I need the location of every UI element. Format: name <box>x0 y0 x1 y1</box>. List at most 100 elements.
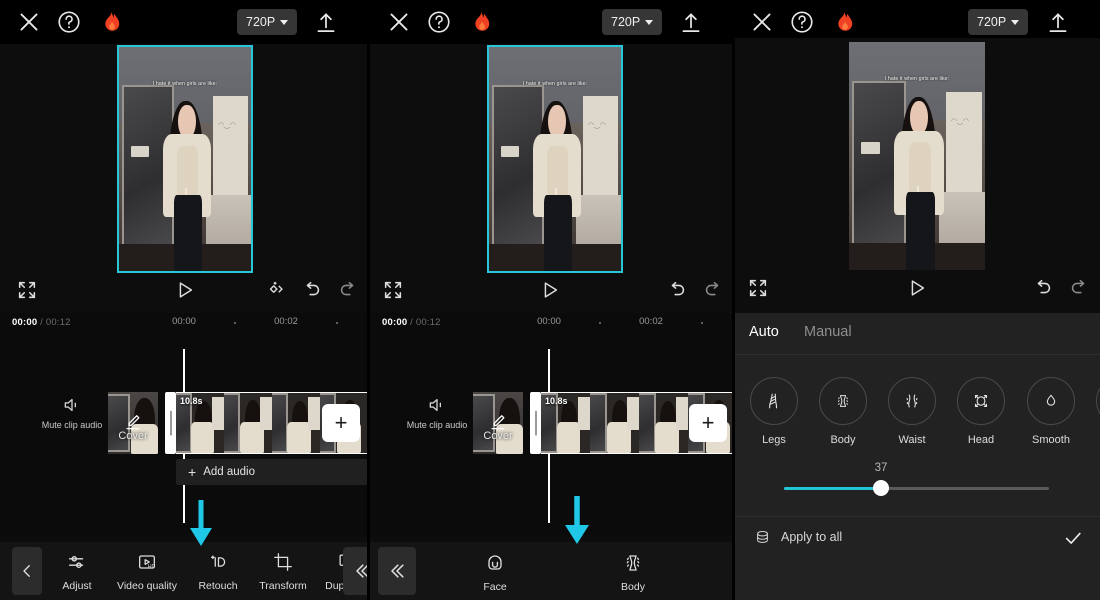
play-icon[interactable] <box>906 277 928 299</box>
cover-thumbnail-button[interactable]: Cover <box>108 392 158 454</box>
undo-icon[interactable] <box>1032 277 1054 299</box>
collapse-toolbar-button[interactable] <box>343 547 367 595</box>
close-icon[interactable] <box>386 9 412 35</box>
play-icon[interactable] <box>174 279 196 301</box>
video-caption: I hate it when girls are like: <box>884 76 950 83</box>
speaker-icon <box>429 398 441 412</box>
toolbar-item-adjust[interactable]: Adjust <box>46 549 108 592</box>
help-circle-icon[interactable] <box>789 9 815 35</box>
resolution-selector[interactable]: 720P <box>602 9 663 35</box>
more-tool-icon <box>1096 377 1100 425</box>
back-button[interactable] <box>12 547 42 595</box>
mute-clip-audio-label: Mute clip audio <box>406 420 468 430</box>
mute-clip-audio-button[interactable]: Mute clip audio <box>401 395 473 430</box>
toolbar-item-video-quality[interactable]: HD Video quality <box>108 549 186 592</box>
tab-manual[interactable]: Manual <box>804 324 852 340</box>
video-clip-track[interactable]: 10.8s + <box>541 392 735 454</box>
clip-duration-badge: 10.8s <box>180 396 203 406</box>
timeline-ruler: 00:00 00:02 <box>370 316 735 332</box>
panel-editor-retouch-menu: 720P ◠‿◠ I hate it when girls are like: <box>370 0 735 600</box>
keyframe-icon[interactable] <box>265 279 287 301</box>
close-icon[interactable] <box>16 9 42 35</box>
sliders-icon <box>66 549 88 575</box>
toolbar-item-transform[interactable]: Transform <box>250 549 316 592</box>
head-icon <box>957 377 1005 425</box>
upload-icon[interactable] <box>1045 10 1071 36</box>
video-frame[interactable]: ◠‿◠ I hate it when girls are like: <box>849 42 985 270</box>
flame-icon[interactable] <box>468 9 494 35</box>
video-caption: I hate it when girls are like: <box>522 80 588 87</box>
flame-icon[interactable] <box>831 9 857 35</box>
clip-trim-handle-left[interactable] <box>530 392 541 454</box>
retouch-tool-legs[interactable]: Legs <box>745 377 803 446</box>
retouch-tool-waist[interactable]: Waist <box>883 377 941 446</box>
apply-to-all-row[interactable]: Apply to all <box>735 516 1100 558</box>
player-controls-2 <box>370 275 735 309</box>
retouch-tabs: Auto Manual <box>735 313 1100 355</box>
chevron-down-icon <box>280 19 289 25</box>
toolbar-items-2: Face Body <box>465 550 663 593</box>
ruler-dot <box>701 322 703 324</box>
video-preview-3[interactable]: ◠‿◠ I hate it when girls are like: <box>735 38 1100 270</box>
retouch-tool-smooth[interactable]: Smooth <box>1022 377 1080 446</box>
play-icon[interactable] <box>539 279 561 301</box>
collapse-toolbar-button[interactable] <box>378 547 416 595</box>
ruler-tick-0: 00:00 <box>537 316 561 327</box>
undo-icon[interactable] <box>666 279 688 301</box>
intensity-slider[interactable]: 37 <box>735 460 1100 516</box>
redo-icon[interactable] <box>1068 277 1090 299</box>
add-clip-button[interactable]: + <box>689 404 727 442</box>
redo-icon[interactable] <box>702 279 724 301</box>
upload-icon[interactable] <box>678 10 704 36</box>
toolbar-items-1: Adjust HD Video quality Retouch Transfor… <box>46 549 367 592</box>
svg-text:HD: HD <box>148 564 156 570</box>
flame-icon[interactable] <box>98 9 124 35</box>
timeline-2[interactable]: 00:00 / 00:12 00:00 00:02 Mute clip audi… <box>370 313 735 535</box>
add-clip-button[interactable]: + <box>322 404 360 442</box>
video-caption: I hate it when girls are like: <box>152 80 218 87</box>
video-preview-2[interactable]: ◠‿◠ I hate it when girls are like: <box>370 44 735 275</box>
add-audio-button[interactable]: + Add audio <box>176 459 367 485</box>
toolbar-item-body[interactable]: Body <box>603 550 663 593</box>
panel-editor-main: 720P ◠‿◠ I hate it when girls are like: <box>0 0 367 600</box>
help-circle-icon[interactable] <box>426 9 452 35</box>
timeline-1[interactable]: 00:00 / 00:12 00:00 00:02 Mute clip audi… <box>0 313 367 535</box>
tab-auto[interactable]: Auto <box>749 324 779 340</box>
player-controls-3 <box>735 273 1100 307</box>
panel-editor-body-retouch: 720P ◠‿◠ I hate it when girls are like: <box>735 0 1100 600</box>
video-preview-1[interactable]: ◠‿◠ I hate it when girls are like: <box>0 44 367 275</box>
resolution-selector[interactable]: 720P <box>968 9 1029 35</box>
check-icon[interactable] <box>1062 527 1084 554</box>
close-icon[interactable] <box>749 9 775 35</box>
fullscreen-icon[interactable] <box>16 279 38 301</box>
video-clip-track[interactable]: 10.8s + <box>176 392 367 454</box>
clip-trim-handle-left[interactable] <box>165 392 176 454</box>
smooth-drop-icon <box>1027 377 1075 425</box>
toolbar-item-retouch[interactable]: Retouch <box>186 549 250 592</box>
chevron-down-icon <box>645 19 654 25</box>
retouch-tool-head[interactable]: Head <box>952 377 1010 446</box>
arrow-to-retouch <box>186 500 216 553</box>
undo-icon[interactable] <box>301 279 323 301</box>
upload-icon[interactable] <box>313 10 339 36</box>
mute-clip-audio-button[interactable]: Mute clip audio <box>36 395 108 430</box>
video-frame[interactable]: ◠‿◠ I hate it when girls are like: <box>487 45 623 273</box>
redo-icon[interactable] <box>337 279 359 301</box>
retouch-tool-body[interactable]: Body <box>814 377 872 446</box>
player-controls-1 <box>0 275 367 309</box>
retouch-tool-label: Body <box>830 434 856 446</box>
retouch-tool-label: Waist <box>898 434 926 446</box>
resolution-selector[interactable]: 720P <box>237 9 298 35</box>
video-frame[interactable]: ◠‿◠ I hate it when girls are like: <box>117 45 253 273</box>
help-circle-icon[interactable] <box>56 9 82 35</box>
fullscreen-icon[interactable] <box>747 277 769 299</box>
ruler-dot <box>336 322 338 324</box>
timeline-ruler: 00:00 00:02 <box>0 316 367 332</box>
retouch-tool-more[interactable] <box>1091 377 1100 425</box>
crop-icon <box>272 549 294 575</box>
fullscreen-icon[interactable] <box>382 279 404 301</box>
slider-knob[interactable] <box>873 480 889 496</box>
toolbar-item-face[interactable]: Face <box>465 550 525 593</box>
cover-thumbnail-button[interactable]: Cover <box>473 392 523 454</box>
chevron-left-icon <box>23 565 30 577</box>
